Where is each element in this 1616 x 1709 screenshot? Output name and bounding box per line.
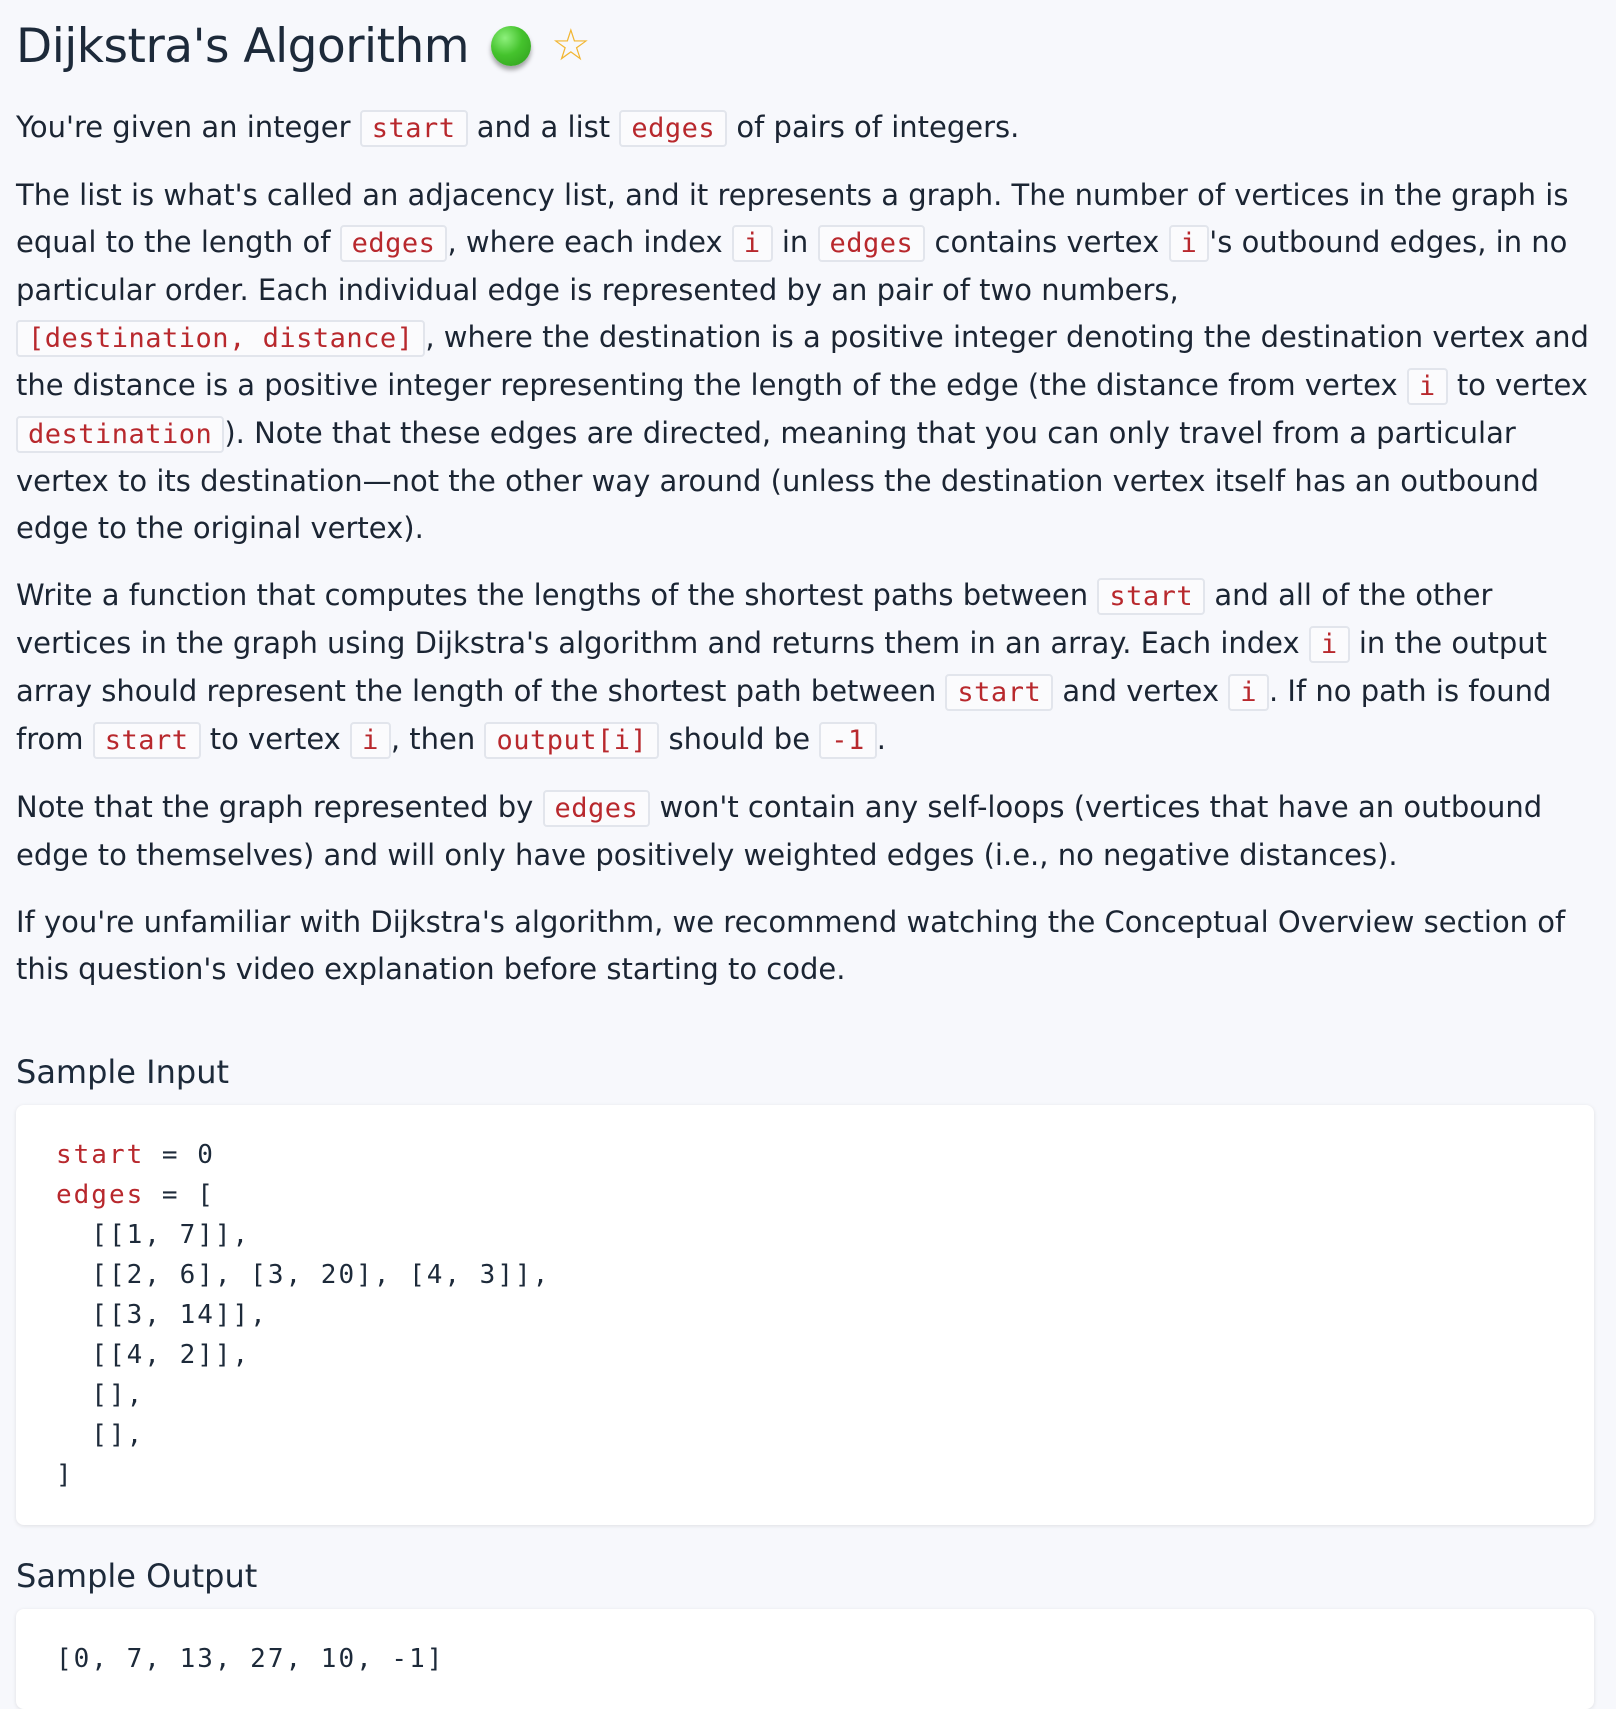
code-line: [[1, 7]], [56, 1220, 251, 1250]
inline-code: -1 [819, 722, 877, 759]
inline-code: start [1097, 578, 1206, 615]
code-line: ] [56, 1460, 74, 1490]
inline-code: [destination, distance] [16, 320, 426, 357]
code-line: [[3, 14]], [56, 1300, 268, 1330]
inline-code: edges [339, 225, 448, 262]
inline-code: destination [16, 416, 225, 453]
inline-code: start [359, 110, 468, 147]
code-line: edges = [ [56, 1180, 215, 1210]
paragraph-note: Note that the graph represented by edges… [16, 790, 1543, 872]
page-title: Dijkstra's Algorithm [16, 18, 470, 74]
code-line: start = 0 [56, 1140, 215, 1170]
paragraph-video-hint: If you're unfamiliar with Dijkstra's alg… [16, 905, 1566, 986]
inline-code: i [350, 722, 391, 759]
code-line: [], [56, 1380, 145, 1410]
inline-code: start [92, 722, 201, 759]
sample-output-heading: Sample Output [16, 1557, 258, 1595]
problem-page: Dijkstra's Algorithm ☆ You're given an i… [0, 0, 1616, 1709]
inline-code: i [1228, 674, 1269, 711]
inline-code: start [945, 674, 1054, 711]
code-line: [], [56, 1420, 145, 1450]
inline-code: edges [817, 225, 926, 262]
inline-code: i [1406, 368, 1448, 405]
title-row: Dijkstra's Algorithm ☆ [16, 0, 1600, 92]
paragraph-task: Write a function that computes the lengt… [16, 572, 1600, 764]
inline-code: i [1168, 225, 1210, 262]
inline-code: output[i] [484, 722, 660, 759]
sample-output-code-block: [0, 7, 13, 27, 10, -1] [16, 1609, 1594, 1709]
code-line: [0, 7, 13, 27, 10, -1] [56, 1644, 445, 1674]
paragraph-intro: You're given an integer start and a list… [16, 104, 1600, 152]
paragraph-adjacency: The list is what's called an adjacency l… [16, 178, 1589, 545]
sample-input-code-block: start = 0 edges = [ [[1, 7]], [[2, 6], [… [16, 1105, 1594, 1525]
inline-code: i [1308, 626, 1350, 663]
inline-code: edges [542, 790, 651, 827]
inline-code: i [731, 225, 773, 262]
code-line: [[2, 6], [3, 20], [4, 3]], [56, 1260, 551, 1290]
sample-input-heading: Sample Input [16, 1053, 230, 1091]
completed-status-icon [491, 26, 532, 66]
code-line: [[4, 2]], [56, 1340, 251, 1370]
star-outline-icon[interactable]: ☆ [551, 24, 590, 68]
inline-code: edges [619, 110, 728, 147]
